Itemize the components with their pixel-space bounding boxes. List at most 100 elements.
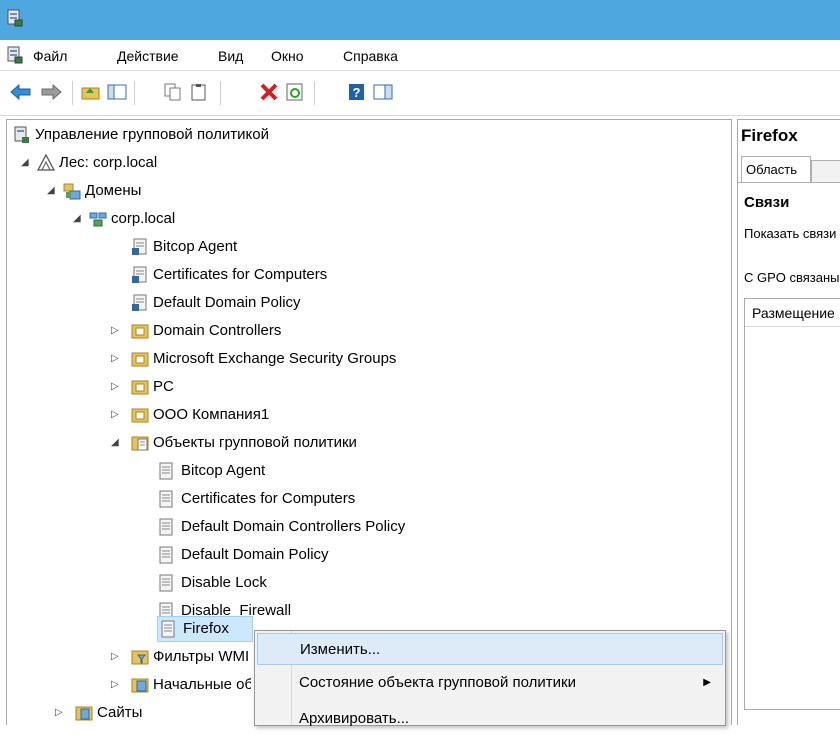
forward-arrow-icon (41, 83, 62, 101)
tree-node-ou[interactable]: ▷ PC (111, 374, 561, 400)
collapse-arrow-icon[interactable]: ◢ (111, 438, 121, 448)
menu-item-label: Изменить... (300, 641, 381, 658)
tree-node-gpo-link[interactable]: Default Domain Policy (131, 290, 531, 316)
gpo-scroll-icon (159, 546, 173, 564)
menu-window[interactable]: Окно (271, 46, 304, 66)
menu-item-backup[interactable]: Архивировать... (257, 703, 723, 735)
menu-item-label: Архивировать... (299, 710, 410, 727)
expand-arrow-icon[interactable]: ▷ (111, 326, 121, 336)
tab-scope[interactable]: Область (741, 156, 811, 182)
gpo-link-icon (132, 266, 147, 283)
wmi-folder-icon (131, 650, 149, 665)
tree-node-gpo-link[interactable]: Certificates for Computers (131, 262, 531, 288)
links-header: Связи (744, 194, 790, 211)
expand-arrow-icon[interactable]: ▷ (111, 354, 121, 364)
back-button[interactable] (10, 81, 32, 103)
tree-label: Bitcop Agent (181, 462, 266, 479)
tab-details[interactable] (811, 160, 840, 183)
tree-label: Certificates for Computers (181, 490, 356, 507)
tab-divider (738, 182, 840, 183)
tree-node-gpo[interactable]: Bitcop Agent (157, 458, 557, 484)
tree-node-gpo-selected[interactable]: Firefox (157, 616, 253, 642)
action-pane-button[interactable] (372, 81, 394, 103)
tree-label: Certificates for Computers (153, 266, 328, 283)
tree-node-starter-gpos[interactable]: ▷ Начальные объекты групповой политики (111, 672, 251, 698)
toolbar-separator (314, 81, 315, 105)
action-pane-icon (373, 84, 393, 100)
expand-arrow-icon[interactable]: ▷ (111, 680, 121, 690)
folder-up-icon (81, 87, 100, 100)
collapse-arrow-icon[interactable]: ◢ (47, 186, 57, 196)
tree-label: Домены (85, 182, 142, 199)
tree-label: ООО Компания1 (153, 406, 270, 423)
column-header-location[interactable]: Размещение (745, 299, 840, 327)
refresh-icon (286, 83, 303, 101)
tree-label: Сайты (97, 704, 143, 721)
show-links-label: Показать связи в этом расположении: (744, 226, 840, 241)
tree-label: Default Domain Policy (153, 294, 301, 311)
expand-arrow-icon[interactable]: ▷ (111, 652, 121, 662)
tree-label: PC (153, 378, 174, 395)
menu-action[interactable]: Действие (117, 46, 179, 66)
tree-label: Начальные объекты групповой политики (153, 676, 251, 693)
up-folder-button[interactable] (80, 81, 102, 103)
tree-node-domains[interactable]: ◢ Домены (47, 178, 447, 204)
tree-node-gpo[interactable]: Default Domain Policy (157, 542, 557, 568)
tree-node-ou[interactable]: ▷ Microsoft Exchange Security Groups (111, 346, 561, 372)
gpo-title: Firefox (741, 126, 798, 145)
paste-button[interactable] (188, 81, 210, 103)
gpo-link-icon (132, 294, 147, 311)
expand-arrow-icon[interactable]: ▷ (111, 382, 121, 392)
back-arrow-icon (10, 83, 31, 101)
copy-button[interactable] (162, 81, 184, 103)
gpo-scroll-icon (161, 620, 175, 638)
menu-item-edit[interactable]: Изменить... (257, 633, 723, 665)
menu-item-gpo-status[interactable]: Состояние объекта групповой политики ▶ (257, 667, 723, 699)
tree-node-root[interactable]: Управление групповой политикой (13, 122, 413, 148)
tree-label: Объекты групповой политики (153, 434, 357, 451)
gpmc-icon (14, 126, 29, 143)
domain-icon (89, 212, 107, 227)
starter-folder-icon (131, 678, 149, 693)
forward-button[interactable] (40, 81, 62, 103)
collapse-arrow-icon[interactable]: ◢ (73, 214, 83, 224)
tree-node-sites[interactable]: ▷ Сайты (55, 700, 255, 726)
tree-node-gpo-container[interactable]: ◢ Объекты групповой политики (111, 430, 561, 456)
tree-node-wmi-filters[interactable]: ▷ Фильтры WMI (111, 644, 251, 670)
tree-node-forest[interactable]: ◢ Лес: corp.local (21, 150, 421, 176)
menu-file[interactable]: Файл (33, 46, 67, 66)
delete-x-icon (260, 83, 278, 101)
refresh-button[interactable] (284, 81, 306, 103)
menu-item-label: Состояние объекта групповой политики (299, 674, 576, 691)
app-menu-icon[interactable] (6, 46, 24, 64)
tree-node-gpo[interactable]: Certificates for Computers (157, 486, 557, 512)
context-menu: Изменить... Состояние объекта групповой … (254, 630, 726, 727)
tree-label: Лес: corp.local (59, 154, 158, 171)
tree-node-gpo-link[interactable]: Bitcop Agent (131, 234, 531, 260)
gpo-scroll-icon (159, 490, 173, 508)
tree-label: Domain Controllers (153, 322, 282, 339)
expand-arrow-icon[interactable]: ▷ (111, 410, 121, 420)
tree-label: Фильтры WMI (153, 648, 250, 665)
help-button[interactable]: ? (346, 81, 368, 103)
tree-label: Управление групповой политикой (35, 126, 269, 143)
collapse-arrow-icon[interactable]: ◢ (21, 158, 31, 168)
tree-node-domain[interactable]: ◢ corp.local (73, 206, 473, 232)
tree-node-ou[interactable]: ▷ ООО Компания1 (111, 402, 561, 428)
tree-node-gpo[interactable]: Disable Lock (157, 570, 557, 596)
window-titlebar (0, 0, 840, 40)
show-hide-tree-button[interactable] (106, 81, 128, 103)
tree-node-gpo[interactable]: Default Domain Controllers Policy (157, 514, 557, 540)
gpo-scroll-icon (159, 518, 173, 536)
menu-view[interactable]: Вид (218, 46, 243, 66)
delete-button[interactable] (258, 81, 280, 103)
tree-label: Default Domain Policy (181, 546, 329, 563)
tree-label: Disable Lock (181, 574, 267, 591)
svg-text:?: ? (353, 85, 361, 100)
menu-help[interactable]: Справка (343, 46, 398, 66)
links-list[interactable]: Размещение (744, 298, 840, 710)
expand-arrow-icon[interactable]: ▷ (55, 708, 65, 718)
toolbar: ? (0, 71, 840, 116)
tree-node-ou[interactable]: ▷ Domain Controllers (111, 318, 561, 344)
tree-label: Microsoft Exchange Security Groups (153, 350, 397, 367)
